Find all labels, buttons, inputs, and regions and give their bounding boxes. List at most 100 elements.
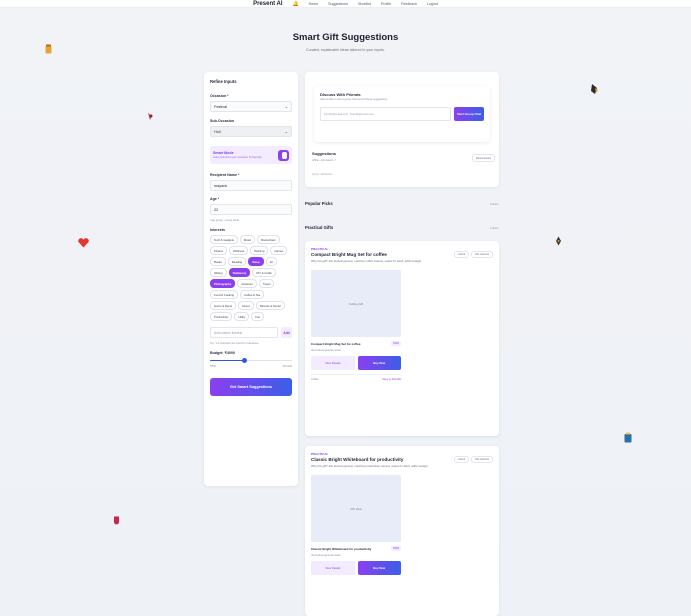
interests-label: Interests [210, 228, 225, 232]
budget-slider[interactable] [210, 357, 292, 363]
not-relevant-button[interactable]: Not relevant [471, 456, 493, 463]
add-interest-button[interactable]: Add [281, 327, 292, 338]
gift-name: Classic Bright Whiteboard for productivi… [311, 546, 372, 551]
gift-feedback-pills: Useful Not relevant [453, 456, 493, 463]
gift-actions: View Details Buy Now [311, 561, 401, 575]
not-relevant-button[interactable]: Not relevant [471, 251, 493, 258]
recipient-label: Recipient Name * [210, 173, 240, 177]
interest-chip[interactable]: Books/Gam [257, 235, 280, 244]
sub-occasion-select[interactable]: Holi ⌄ [210, 126, 292, 137]
buy-now-button[interactable]: Buy Now [357, 356, 401, 370]
occasion-select[interactable]: Festival ⌄ [210, 101, 292, 112]
gift-card: PRACTICAL Compact Bright Mug Set for cof… [305, 241, 499, 436]
age-input[interactable]: 22 [210, 204, 292, 215]
discuss-with-friends: Discuss With Friends Add emails to start… [314, 86, 490, 142]
brand-logo[interactable]: Present AI [253, 1, 282, 7]
nav-logout[interactable]: Logout [427, 2, 438, 6]
interest-chip[interactable]: Sleep [248, 257, 264, 266]
budget-max: ₹10,000 [282, 365, 292, 368]
bell-icon[interactable]: 🔔 [293, 1, 299, 7]
interest-chip[interactable]: Fun [251, 312, 265, 321]
view-details-button[interactable]: View Details [311, 561, 355, 575]
gift-image-caption: Gift Idea [350, 506, 362, 511]
interest-chip[interactable]: Wellness [229, 246, 249, 255]
interest-chip[interactable]: Food & Cooking [210, 290, 239, 299]
discuss-subtitle: Add emails to start a group chat around … [320, 98, 388, 101]
get-suggestions-button[interactable]: Get Smart Suggestions [210, 378, 292, 396]
bag-icon [624, 432, 632, 445]
friend-emails-input[interactable]: friend1@email.com, friend2@email.com [320, 107, 452, 121]
gift-interest-tag: Coffee [311, 378, 319, 381]
interest-chip[interactable]: DIY & Crafts [252, 268, 276, 277]
custom-interest-input[interactable]: Add custom interest [210, 327, 278, 338]
top-nav: Present AI 🔔 Home Suggestions Shortlist … [0, 0, 691, 8]
interest-chip[interactable]: Stationery [228, 268, 251, 277]
nav-shortlist[interactable]: Shortlist [358, 2, 371, 6]
heart-icon [78, 238, 89, 250]
gift-retailer: Via festival general needs [311, 349, 341, 352]
sub-occasion-label: Sub-Occasion [210, 119, 235, 123]
interest-chip[interactable]: Photography [210, 279, 236, 288]
custom-interest-placeholder: Add custom interest [214, 330, 243, 335]
popular-picks-count: 0 items [490, 203, 499, 206]
page-title: Smart Gift Suggestions [292, 32, 399, 43]
smart-mode-desc: Auto-optimizes per occasion & diversity [213, 155, 262, 159]
gift-retailer: Via festival general needs [311, 554, 341, 557]
popular-picks-heading: Popular Picks [305, 201, 333, 206]
jar-icon [45, 44, 52, 56]
stocking-icon [113, 516, 120, 527]
interest-chip[interactable]: Writing [210, 268, 227, 277]
interest-chip[interactable]: Utility [234, 312, 250, 321]
interest-chip[interactable]: Coffee & Tea [240, 290, 265, 299]
gift-footer: Coffee Save to Shortlist [311, 374, 401, 381]
gift-price: ₹462 [391, 341, 401, 346]
interest-chip[interactable]: Games [270, 246, 288, 255]
chevron-down-icon: ⌄ [284, 104, 288, 109]
budget-range: ₹500 ₹10,000 [210, 365, 292, 368]
gift-info-row: Compact Bright Mug Set for coffee ₹462 [311, 341, 401, 346]
interest-chip[interactable]: Music [239, 235, 256, 244]
deterministic-toggle[interactable]: Deterministic [472, 154, 495, 162]
interest-chip[interactable]: Home & Decor [210, 301, 237, 310]
occasion-value: Festival [214, 104, 228, 109]
interest-chip[interactable]: Productivity [210, 312, 233, 321]
bottle-icon [590, 83, 599, 97]
recipient-input[interactable]: mayank [210, 180, 292, 191]
interest-chip[interactable]: Decor [238, 301, 254, 310]
friend-emails-placeholder: friend1@email.com, friend2@email.com [324, 112, 374, 116]
feather-icon [555, 236, 562, 248]
interest-chip[interactable]: Reading [227, 257, 247, 266]
age-value: 22 [214, 207, 219, 212]
nav-profile[interactable]: Profile [381, 2, 391, 6]
useful-button[interactable]: Useful [453, 251, 469, 258]
gift-price: ₹682 [391, 546, 401, 551]
interest-chip[interactable]: Books [210, 257, 226, 266]
interest-chip[interactable]: Fitness [210, 246, 228, 255]
view-details-button[interactable]: View Details [311, 356, 355, 370]
nav-home[interactable]: Home [309, 2, 319, 6]
panel-heading: Refine Inputs [210, 79, 237, 84]
suggestions-subtitle: offline • job-based • f [312, 159, 336, 162]
refine-inputs-panel: Refine Inputs Occasion * Festival ⌄ Sub-… [204, 72, 298, 486]
budget-min: ₹500 [210, 365, 216, 368]
interest-chip[interactable]: Travel [258, 279, 275, 288]
nav-suggestions[interactable]: Suggestions [328, 2, 348, 6]
budget-label: Budget: ₹4000 [210, 351, 235, 355]
start-group-chat-button[interactable]: Start Group Chat [454, 107, 484, 121]
interest-chip[interactable]: Tech & Gadgets [210, 235, 238, 244]
interest-chip[interactable]: Art [265, 257, 278, 266]
smart-mode-box: Smart Mode Auto-optimizes per occasion &… [210, 146, 292, 164]
interest-chip[interactable]: Painting [250, 246, 269, 255]
buy-now-button[interactable]: Buy Now [357, 561, 401, 575]
age-hint: Age group: young adult [210, 218, 239, 222]
budget-fill [210, 359, 245, 361]
discuss-card: Discuss With Friends Add emails to start… [305, 72, 499, 187]
smart-mode-toggle[interactable] [278, 149, 289, 161]
gift-feedback-pills: Useful Not relevant [453, 251, 493, 258]
budget-handle[interactable] [241, 357, 247, 363]
useful-button[interactable]: Useful [453, 456, 469, 463]
interest-chip[interactable]: Outdoors [237, 279, 257, 288]
save-to-shortlist-link[interactable]: Save to Shortlist [382, 378, 401, 381]
interest-chip[interactable]: Parents & Social [255, 301, 285, 310]
nav-feedback[interactable]: Feedback [401, 2, 417, 6]
